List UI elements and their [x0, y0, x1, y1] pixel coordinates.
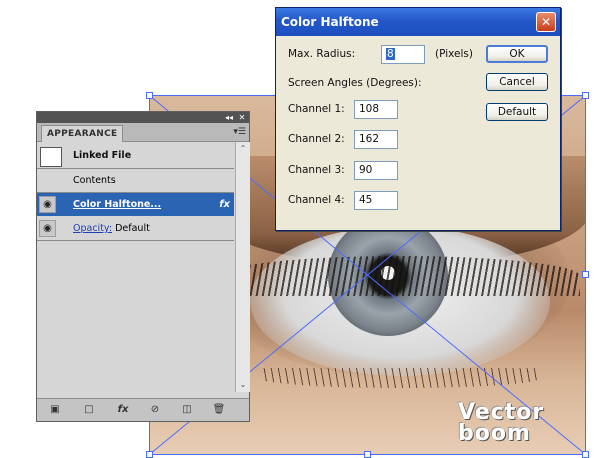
close-icon[interactable]: ✕ — [536, 12, 556, 32]
collapse-panel-icon[interactable]: ◂◂ — [223, 112, 235, 123]
channel-4-label: Channel 4: — [288, 194, 345, 206]
channel-1-input[interactable]: 108 — [354, 100, 398, 119]
close-panel-icon[interactable]: ✕ — [237, 112, 247, 123]
ok-button[interactable]: OK — [486, 45, 548, 63]
opacity-value: Default — [115, 223, 150, 234]
channel-1-label: Channel 1: — [288, 103, 345, 115]
cancel-button[interactable]: Cancel — [486, 73, 548, 91]
appearance-panel: ◂◂ ✕ APPEARANCE ▾☰ Linked File Contents … — [36, 111, 250, 422]
delete-item-icon[interactable]: 🗑 — [211, 402, 227, 418]
channel-3-input[interactable]: 90 — [354, 161, 398, 180]
dialog-title: Color Halftone — [281, 15, 379, 29]
opacity-row: Opacity: Default — [73, 217, 150, 240]
panel-bottom-toolbar: ▣ □ fx ⊘ ◫ 🗑 — [37, 398, 249, 421]
visibility-eye-icon[interactable]: ◉ — [39, 196, 56, 213]
panel-tab-row: APPEARANCE ▾☰ — [37, 123, 249, 142]
screen-angles-label: Screen Angles (Degrees): — [288, 77, 422, 89]
max-radius-input[interactable]: 8 — [381, 45, 425, 64]
color-halftone-dialog: Color Halftone ✕ Max. Radius: 8 (Pixels)… — [275, 7, 561, 231]
scroll-down-arrow-icon[interactable]: ⌄ — [236, 378, 250, 392]
fx-icon: fx — [219, 199, 230, 210]
watermark-line-2: boom — [458, 421, 531, 446]
list-item-opacity[interactable]: ◉ Opacity: Default — [37, 217, 234, 240]
appearance-list: Linked File Contents ◉ Color Halftone...… — [37, 142, 234, 392]
contents-label: Contents — [73, 175, 116, 186]
panel-title-bar[interactable]: ◂◂ ✕ — [37, 112, 249, 123]
pixels-label: (Pixels) — [435, 48, 473, 60]
dialog-title-bar[interactable]: Color Halftone ✕ — [276, 8, 560, 36]
upper-eyelashes — [220, 256, 580, 296]
duplicate-item-icon[interactable]: ◫ — [179, 402, 195, 418]
channel-3-label: Channel 3: — [288, 164, 345, 176]
watermark-line-1: Vector — [458, 400, 545, 425]
opacity-link[interactable]: Opacity: — [73, 223, 112, 234]
visibility-eye-icon[interactable]: ◉ — [39, 220, 56, 237]
linked-file-thumbnail — [40, 147, 62, 167]
max-radius-value: 8 — [386, 48, 395, 60]
add-new-effect-icon[interactable]: fx — [115, 402, 131, 418]
linked-file-label: Linked File — [73, 150, 132, 161]
clear-appearance-icon[interactable]: ⊘ — [147, 402, 163, 418]
list-item-color-halftone[interactable]: ◉ Color Halftone... fx — [37, 193, 234, 216]
channel-2-input[interactable]: 162 — [354, 130, 398, 149]
add-new-fill-icon[interactable]: □ — [81, 402, 97, 418]
watermark-logo: Vector boom — [458, 402, 583, 450]
tab-appearance[interactable]: APPEARANCE — [41, 125, 124, 142]
lower-eyelashes — [260, 368, 540, 388]
channel-4-input[interactable]: 45 — [354, 191, 398, 210]
max-radius-label: Max. Radius: — [288, 48, 356, 60]
default-button[interactable]: Default — [486, 103, 548, 121]
panel-scrollbar[interactable]: ⌃ ⌄ — [235, 142, 250, 392]
list-item-contents[interactable]: Contents — [37, 169, 234, 192]
list-item-linked-file[interactable]: Linked File — [37, 144, 234, 167]
panel-menu-icon[interactable]: ▾☰ — [233, 126, 246, 138]
color-halftone-label[interactable]: Color Halftone... — [73, 193, 161, 216]
divider — [37, 240, 234, 241]
scroll-up-arrow-icon[interactable]: ⌃ — [236, 142, 250, 156]
add-new-stroke-icon[interactable]: ▣ — [47, 402, 63, 418]
channel-2-label: Channel 2: — [288, 133, 345, 145]
